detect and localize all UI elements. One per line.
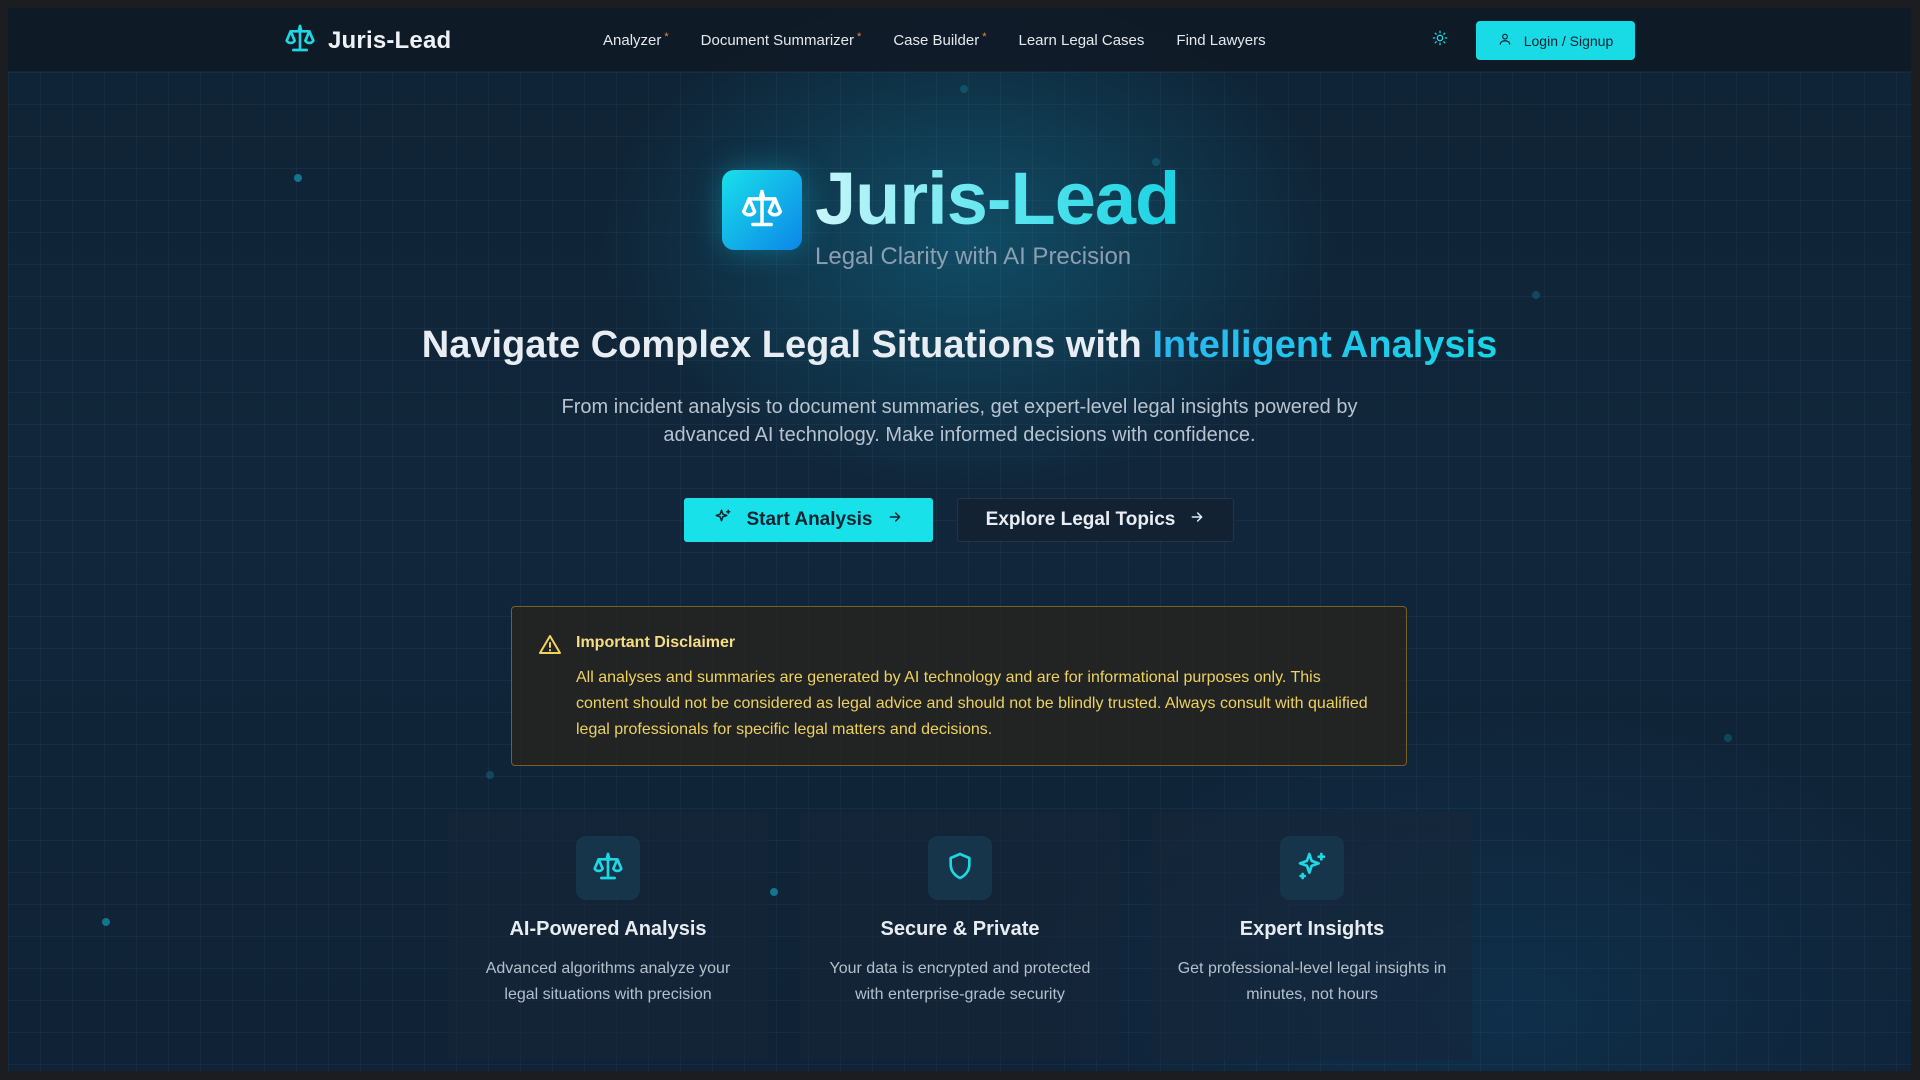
- decorative-dot: [294, 174, 302, 182]
- feature-title: Expert Insights: [1239, 918, 1385, 940]
- login-signup-button[interactable]: Login / Signup: [1476, 21, 1635, 60]
- brand[interactable]: Juris-Lead: [284, 22, 451, 59]
- start-analysis-button[interactable]: Start Analysis: [684, 498, 933, 542]
- nav-link-case-builder[interactable]: Case Builder *: [893, 30, 987, 49]
- headline-prefix: Navigate Complex Legal Situations with: [421, 324, 1153, 366]
- arrow-right-icon: [887, 509, 903, 531]
- explore-legal-topics-button[interactable]: Explore Legal Topics: [957, 498, 1234, 542]
- nav-links: Analyzer * Document Summarizer * Case Bu…: [603, 8, 1266, 72]
- nav-link-label: Analyzer: [603, 31, 662, 49]
- scales-icon: [284, 22, 316, 59]
- user-icon: [1498, 32, 1512, 49]
- decorative-dot: [102, 918, 110, 926]
- nav-link-analyzer[interactable]: Analyzer *: [603, 30, 669, 49]
- feature-description: Get professional-level legal insights in…: [1177, 960, 1447, 1003]
- sparkles-icon: [714, 508, 732, 532]
- nav-link-label: Case Builder: [893, 31, 980, 49]
- feature-icon-box: [928, 836, 992, 900]
- start-analysis-label: Start Analysis: [746, 509, 873, 530]
- brand-name: Juris-Lead: [328, 26, 452, 54]
- disclaimer-title: Important Disclaimer: [576, 634, 736, 651]
- nav-link-learn-legal-cases[interactable]: Learn Legal Cases: [1018, 32, 1144, 49]
- nav-link-marker: *: [982, 30, 987, 43]
- scales-icon: [740, 186, 784, 235]
- nav-link-find-lawyers[interactable]: Find Lawyers: [1176, 32, 1265, 49]
- feature-icon-box: [576, 836, 640, 900]
- warning-icon: [538, 633, 562, 662]
- arrow-right-icon: [1189, 509, 1205, 531]
- explore-label: Explore Legal Topics: [985, 509, 1176, 530]
- feature-card-secure-private: Secure & Private Your data is encrypted …: [800, 812, 1120, 1060]
- decorative-dot: [960, 85, 968, 93]
- nav-link-label: Learn Legal Cases: [1018, 31, 1145, 49]
- page: Juris-Lead Analyzer * Document Summarize…: [8, 8, 1911, 1071]
- disclaimer-box: Important Disclaimer All analyses and su…: [511, 606, 1407, 766]
- top-navbar: Juris-Lead Analyzer * Document Summarize…: [8, 8, 1911, 72]
- nav-link-label: Find Lawyers: [1176, 31, 1266, 49]
- feature-title: Secure & Private: [880, 918, 1040, 940]
- nav-link-document-summarizer[interactable]: Document Summarizer *: [700, 30, 862, 49]
- scales-icon: [592, 850, 624, 887]
- nav-link-marker: *: [664, 30, 669, 43]
- hero-logo: [722, 170, 802, 250]
- disclaimer-body: All analyses and summaries are generated…: [576, 669, 1368, 738]
- hero-subtext: From incident analysis to document summa…: [561, 396, 1358, 446]
- feature-title: AI-Powered Analysis: [509, 918, 707, 940]
- feature-icon-box: [1280, 836, 1344, 900]
- shield-icon: [944, 850, 976, 887]
- theme-toggle-button[interactable]: [1429, 29, 1451, 51]
- decorative-dot: [1724, 734, 1732, 742]
- headline-accent: Intelligent Analysis: [1152, 324, 1498, 366]
- sun-icon: [1432, 30, 1448, 51]
- decorative-dot: [1532, 291, 1540, 299]
- feature-description: Advanced algorithms analyze your legal s…: [485, 960, 731, 1003]
- nav-link-marker: *: [857, 30, 862, 43]
- sparkles-icon: [1296, 850, 1328, 887]
- hero-tagline: Legal Clarity with AI Precision: [815, 243, 1132, 270]
- hero-title: Juris-Lead: [815, 154, 1180, 244]
- login-label: Login / Signup: [1523, 32, 1614, 49]
- decorative-dot: [486, 771, 494, 779]
- feature-card-expert-insights: Expert Insights Get professional-level l…: [1152, 812, 1472, 1060]
- decorative-dot: [770, 888, 778, 896]
- nav-link-label: Document Summarizer: [700, 31, 855, 49]
- feature-description: Your data is encrypted and protected wit…: [829, 960, 1091, 1003]
- feature-card-ai-analysis: AI-Powered Analysis Advanced algorithms …: [448, 812, 768, 1060]
- page-headline: Navigate Complex Legal Situations with I…: [8, 324, 1911, 367]
